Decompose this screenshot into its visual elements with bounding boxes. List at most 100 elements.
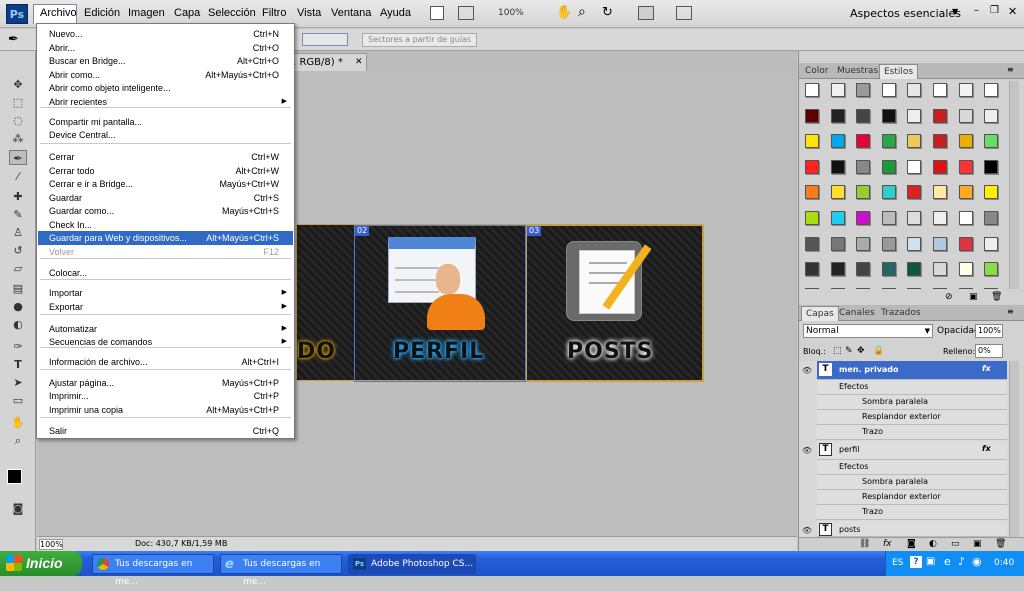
style-preset-swatch[interactable]	[881, 108, 896, 123]
style-preset-swatch[interactable]	[907, 134, 922, 149]
workspace-switcher[interactable]: Aspectos esenciales	[850, 7, 961, 20]
slice-03[interactable]: 03 POSTS	[526, 225, 704, 382]
quick-mask-icon[interactable]: ◙	[9, 501, 27, 516]
style-field[interactable]	[302, 33, 348, 46]
dodge-tool-icon[interactable]: ◐	[9, 317, 27, 332]
taskbar-chrome-window[interactable]: Tus descargas en me...	[92, 554, 214, 587]
effect-row[interactable]: Resplandor exterior	[817, 490, 1007, 505]
style-preset-swatch[interactable]	[984, 185, 999, 200]
gradient-tool-icon[interactable]: ▤	[9, 281, 27, 296]
file-menu-item[interactable]: Abrir como... Alt+Mayús+Ctrl+O	[38, 68, 293, 82]
style-preset-swatch[interactable]	[856, 211, 871, 225]
tab-capas[interactable]: Capas	[801, 306, 839, 321]
shape-tool-icon[interactable]: ▭	[9, 393, 27, 408]
style-preset-swatch[interactable]	[881, 159, 896, 174]
lasso-tool-icon[interactable]: ◌	[9, 113, 27, 128]
layer-perfil[interactable]: T perfil fx	[817, 441, 1007, 460]
new-group-icon[interactable]: ▭	[951, 539, 960, 549]
delete-layer-icon[interactable]: 🗑	[995, 539, 1006, 549]
style-preset-swatch[interactable]	[805, 108, 819, 123]
style-preset-swatch[interactable]	[958, 236, 973, 251]
style-preset-swatch[interactable]	[933, 211, 947, 225]
style-preset-swatch[interactable]	[907, 236, 922, 251]
help-icon[interactable]: ?	[910, 556, 922, 568]
healing-brush-icon[interactable]: ✚	[9, 189, 27, 204]
workspace-chevron-down-icon[interactable]: ▼	[952, 7, 958, 16]
file-menu-item[interactable]: Imprimir una copia Alt+Mayús+Ctrl+P	[38, 403, 293, 417]
style-preset-swatch[interactable]	[830, 287, 845, 289]
style-preset-swatch[interactable]	[933, 83, 947, 97]
add-mask-icon[interactable]: ◙	[907, 539, 916, 549]
style-preset-swatch[interactable]	[907, 83, 922, 97]
marquee-tool-icon[interactable]: ⬚	[9, 95, 27, 110]
style-preset-swatch[interactable]	[805, 287, 819, 289]
style-preset-swatch[interactable]	[881, 236, 896, 251]
lock-pixels-icon[interactable]: ✎	[845, 346, 853, 356]
rotate-view-icon[interactable]: ↻	[602, 5, 613, 20]
layers-scrollbar[interactable]	[1009, 361, 1019, 537]
style-preset-swatch[interactable]	[958, 262, 973, 277]
file-menu-item[interactable]: Abrir como objeto inteligente...	[38, 81, 293, 95]
file-menu-item[interactable]: Guardar para Web y dispositivos... Alt+Ma…	[38, 231, 293, 245]
style-preset-swatch[interactable]	[984, 83, 999, 97]
slice-tool-icon-active[interactable]: ✒	[9, 150, 27, 165]
style-preset-swatch[interactable]	[958, 287, 973, 289]
file-menu-item[interactable]: Check In...	[38, 218, 293, 232]
style-preset-swatch[interactable]	[933, 108, 947, 123]
screen-mode-icon[interactable]	[676, 6, 692, 20]
style-preset-swatch[interactable]	[881, 287, 896, 289]
styles-scrollbar[interactable]	[1009, 81, 1019, 289]
style-preset-swatch[interactable]	[830, 236, 845, 251]
layer-effects-row[interactable]: Efectos	[817, 460, 1007, 475]
file-menu-item[interactable]: Cerrar todo Alt+Ctrl+W	[38, 164, 293, 178]
file-menu-item[interactable]: Imprimir... Ctrl+P	[38, 389, 293, 403]
style-preset-swatch[interactable]	[907, 211, 922, 225]
quick-select-tool-icon[interactable]: ⁂	[9, 131, 27, 146]
style-preset-swatch[interactable]	[856, 287, 871, 289]
tab-trazados[interactable]: Trazados	[877, 306, 925, 321]
ie-tray-icon[interactable]: e	[944, 555, 951, 568]
style-preset-swatch[interactable]	[830, 159, 845, 174]
eraser-tool-icon[interactable]: ▱	[9, 261, 27, 276]
style-preset-swatch[interactable]	[984, 134, 999, 149]
antivirus-icon[interactable]: ◉	[972, 555, 982, 568]
style-preset-swatch[interactable]	[984, 159, 999, 174]
style-preset-swatch[interactable]	[856, 262, 871, 277]
pen-tool-icon[interactable]: ✑	[9, 339, 27, 354]
lock-transparency-icon[interactable]: ⬚	[833, 346, 842, 356]
tab-muestras[interactable]: Muestras	[833, 64, 882, 79]
layers-panel-menu-icon[interactable]: ≡	[1007, 307, 1014, 316]
style-preset-swatch[interactable]	[881, 211, 896, 225]
style-preset-swatch[interactable]	[830, 185, 845, 200]
style-preset-swatch[interactable]	[805, 83, 819, 97]
layer-visibility-eye-icon[interactable]: 👁	[799, 363, 815, 378]
style-preset-swatch[interactable]	[984, 262, 999, 277]
style-preset-swatch[interactable]	[830, 108, 845, 123]
menu-imagen[interactable]: Imagen	[128, 7, 165, 19]
file-menu-item[interactable]: Salir Ctrl+Q	[38, 424, 293, 438]
arrange-docs-icon[interactable]	[638, 6, 654, 20]
style-preset-swatch[interactable]	[933, 134, 947, 149]
effect-row[interactable]: Resplandor exterior	[817, 410, 1007, 425]
bridge-icon[interactable]	[430, 6, 444, 20]
style-preset-swatch[interactable]	[933, 159, 947, 174]
file-menu-item[interactable]: Buscar en Bridge... Alt+Ctrl+O	[38, 54, 293, 68]
style-preset-swatch[interactable]	[933, 185, 947, 200]
style-preset-swatch[interactable]	[805, 211, 819, 225]
effect-row[interactable]: Trazo	[817, 425, 1007, 440]
style-preset-swatch[interactable]	[856, 185, 871, 200]
layer-posts[interactable]: T posts	[817, 521, 1007, 537]
move-tool-icon[interactable]: ✥	[9, 77, 27, 92]
slices-from-guides-button[interactable]: Sectores a partir de guías	[362, 33, 478, 47]
layer-effects-row[interactable]: Efectos	[817, 380, 1007, 395]
style-preset-swatch[interactable]	[856, 236, 871, 251]
layer-visibility-eye-icon[interactable]: 👁	[799, 443, 815, 458]
fill-field[interactable]: 0%	[975, 344, 1003, 358]
tab-canales[interactable]: Canales	[835, 306, 879, 321]
lock-all-icon[interactable]: 🔒	[873, 346, 884, 356]
clear-style-icon[interactable]: ⊘	[945, 292, 953, 302]
status-zoom[interactable]: 100%	[39, 539, 63, 550]
network-icon[interactable]: ▣	[926, 556, 935, 567]
layer-men-privado[interactable]: T men. privado fx	[817, 361, 1007, 380]
style-preset-swatch[interactable]	[856, 83, 871, 97]
